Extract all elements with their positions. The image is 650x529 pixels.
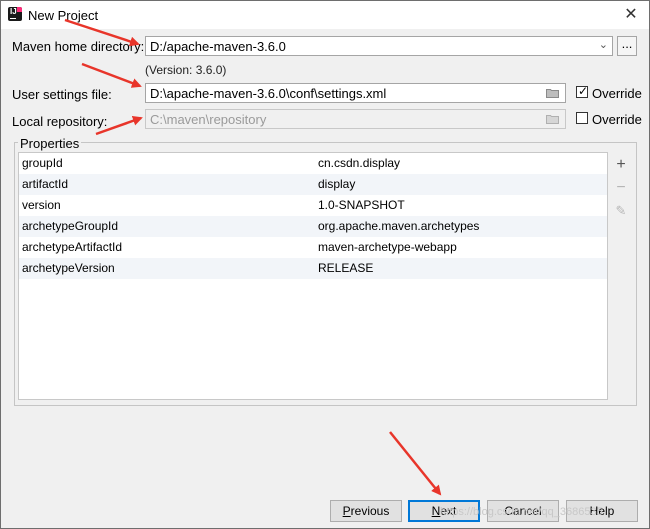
maven-version-note: (Version: 3.6.0)	[145, 63, 227, 77]
property-value[interactable]: cn.csdn.display	[318, 156, 400, 170]
folder-icon[interactable]	[546, 88, 559, 98]
property-key: artifactId	[22, 177, 69, 191]
maven-home-combobox[interactable]: D:/apache-maven-3.6.0 ⌄	[145, 36, 613, 56]
window-title: New Project	[28, 8, 99, 23]
maven-home-label: Maven home directory:	[12, 39, 145, 54]
folder-icon	[546, 115, 559, 124]
property-key: version	[22, 198, 61, 212]
table-row[interactable]: archetypeArtifactId maven-archetype-webap…	[19, 237, 607, 258]
title-bar: IJ New Project ✕	[1, 1, 649, 29]
settings-override-label: Override	[592, 86, 642, 101]
local-repo-value: C:\maven\repository	[150, 112, 267, 127]
browse-maven-home-button[interactable]: ...	[617, 36, 637, 56]
user-settings-value: D:\apache-maven-3.6.0\conf\settings.xml	[150, 86, 387, 101]
table-row[interactable]: groupId cn.csdn.display	[19, 153, 607, 174]
previous-button[interactable]: Previous	[330, 500, 402, 522]
close-icon[interactable]: ✕	[621, 5, 641, 25]
table-row[interactable]: artifactId display	[19, 174, 607, 195]
properties-title: Properties	[18, 136, 82, 151]
property-value[interactable]: maven-archetype-webapp	[318, 240, 457, 254]
property-value[interactable]: 1.0-SNAPSHOT	[318, 198, 405, 212]
watermark-text: https://blog.csdn.net/qq_3686535	[440, 506, 603, 518]
previous-label-rest: revious	[350, 504, 390, 518]
edit-icon[interactable]: ✎	[608, 201, 634, 221]
property-key: archetypeGroupId	[22, 219, 119, 233]
intellij-logo-icon: IJ	[8, 7, 22, 21]
user-settings-label: User settings file:	[12, 87, 112, 102]
repo-override-checkbox[interactable]	[576, 112, 588, 124]
local-repo-label: Local repository:	[12, 114, 108, 129]
property-key: archetypeArtifactId	[22, 240, 123, 254]
table-row[interactable]: archetypeGroupId org.apache.maven.archety…	[19, 216, 607, 237]
property-value[interactable]: display	[318, 177, 355, 191]
remove-icon[interactable]: −	[608, 178, 634, 198]
checkmark-icon: ✓	[578, 84, 589, 98]
table-row[interactable]: version 1.0-SNAPSHOT	[19, 195, 607, 216]
add-icon[interactable]: +	[608, 155, 634, 175]
repo-override-label: Override	[592, 112, 642, 127]
property-value[interactable]: org.apache.maven.archetypes	[318, 219, 479, 233]
local-repo-field: C:\maven\repository	[145, 109, 566, 129]
properties-table[interactable]: groupId cn.csdn.display artifactId display v…	[18, 152, 608, 400]
maven-home-value: D:/apache-maven-3.6.0	[150, 39, 286, 54]
property-key: groupId	[22, 156, 63, 170]
previous-mnemonic: P	[342, 504, 351, 518]
chevron-down-icon[interactable]: ⌄	[599, 38, 608, 51]
user-settings-field[interactable]: D:\apache-maven-3.6.0\conf\settings.xml	[145, 83, 566, 103]
settings-override-checkbox[interactable]: ✓	[576, 84, 589, 98]
table-row[interactable]: archetypeVersion RELEASE	[19, 258, 607, 279]
property-value[interactable]: RELEASE	[318, 261, 373, 275]
property-key: archetypeVersion	[22, 261, 115, 275]
